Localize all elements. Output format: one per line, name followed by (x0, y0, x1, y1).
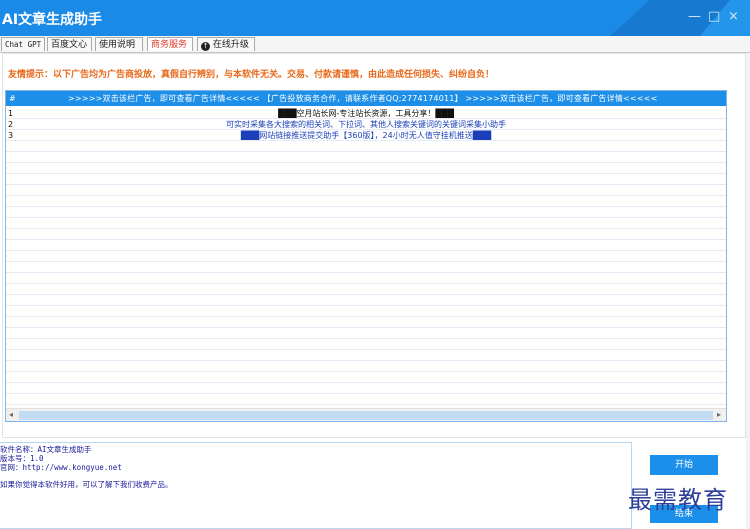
start-button[interactable]: 开始 (650, 455, 718, 475)
tab-label: 使用说明 (99, 40, 136, 50)
row-ad-text[interactable]: ███网站链接推送提交助手【360版】，24小时无人值守挂机推送███ (6, 131, 726, 141)
tab-business-services[interactable]: 商务服务 (147, 37, 193, 51)
tab-chat-gpt[interactable]: Chat GPT (1, 37, 45, 51)
empty-row (6, 362, 726, 372)
empty-row (6, 197, 726, 207)
scroll-right-icon[interactable]: ▸ (717, 410, 721, 419)
watermark-logo: 最需教育 (628, 486, 728, 514)
empty-row (6, 142, 726, 152)
empty-row (6, 274, 726, 284)
upgrade-icon: ↑ (201, 42, 210, 51)
empty-row (6, 373, 726, 383)
app-title: AI文章生成助手 (2, 12, 103, 28)
empty-row (6, 241, 726, 251)
tab-label: 商务服务 (151, 40, 188, 50)
empty-row (6, 164, 726, 174)
tab-label: Chat GPT (5, 40, 42, 49)
grid-header-index: # (9, 94, 16, 103)
empty-row (6, 285, 726, 295)
info-software-name: 软件名称：AI文章生成助手 (0, 445, 92, 454)
row-ad-text[interactable]: ███空月站长网-专注站长资源，工具分享！███ (6, 109, 726, 119)
grid-header: # >>>>>双击该栏广告，即可查看广告详情<<<<< 【广告投放商务合作，请联… (6, 91, 726, 106)
scrollbar-thumb[interactable] (19, 411, 713, 420)
table-row[interactable]: 2 可实时采集各大搜索的相关词、下拉词、其他人搜索关键词的关键词采集小助手 (6, 120, 726, 130)
info-promo: 如果你觉得本软件好用，可以了解下我们收费产品。 (0, 480, 173, 489)
empty-row (6, 329, 726, 339)
info-version: 版本号：1.0 (0, 454, 44, 463)
scroll-left-icon[interactable]: ◂ (9, 410, 13, 419)
empty-row (6, 318, 726, 328)
row-ad-text[interactable]: 可实时采集各大搜索的相关词、下拉词、其他人搜索关键词的关键词采集小助手 (6, 120, 726, 130)
window-edge (746, 53, 750, 529)
tab-online-upgrade[interactable]: ↑ 在线升级 (197, 37, 255, 51)
empty-row (6, 351, 726, 361)
empty-row (6, 340, 726, 350)
empty-row (6, 208, 726, 218)
ad-grid[interactable]: # >>>>>双击该栏广告，即可查看广告详情<<<<< 【广告投放商务合作，请联… (5, 90, 727, 422)
table-row[interactable]: 3 ███网站链接推送提交助手【360版】，24小时无人值守挂机推送███ (6, 131, 726, 141)
grid-header-ad[interactable]: >>>>>双击该栏广告，即可查看广告详情<<<<< 【广告投放商务合作，请联系作… (68, 91, 658, 106)
empty-row (6, 307, 726, 317)
empty-row (6, 252, 726, 262)
minimize-button[interactable]: — (688, 10, 701, 24)
table-row[interactable]: 1 ███空月站长网-专注站长资源，工具分享！███ (6, 109, 726, 119)
maximize-button[interactable]: □ (708, 10, 720, 24)
tab-label: 在线升级 (212, 40, 249, 50)
software-info-box: 软件名称：AI文章生成助手 版本号：1.0 官网：http://www.kong… (0, 442, 632, 529)
title-bar: AI文章生成助手 — □ × (0, 0, 750, 36)
empty-row (6, 219, 726, 229)
tab-baidu-wenxin[interactable]: 百度文心 (47, 37, 92, 51)
tab-usage-guide[interactable]: 使用说明 (95, 37, 143, 51)
horizontal-scrollbar[interactable]: ◂ ▸ (6, 408, 726, 421)
empty-row (6, 175, 726, 185)
tab-bar: Chat GPT 百度文心 使用说明 商务服务 ↑ 在线升级 (0, 36, 750, 53)
empty-row (6, 230, 726, 240)
info-website: 官网：http://www.kongyue.net (0, 463, 122, 472)
tab-label: 百度文心 (51, 40, 88, 50)
notice-text: 友情提示：以下广告均为广告商投放，真假自行辨别，与本软件无关。交易、付款请谨慎，… (8, 70, 495, 80)
close-button[interactable]: × (728, 10, 739, 24)
empty-row (6, 153, 726, 163)
empty-row (6, 296, 726, 306)
empty-row (6, 186, 726, 196)
empty-row (6, 395, 726, 405)
empty-row (6, 263, 726, 273)
empty-row (6, 384, 726, 394)
